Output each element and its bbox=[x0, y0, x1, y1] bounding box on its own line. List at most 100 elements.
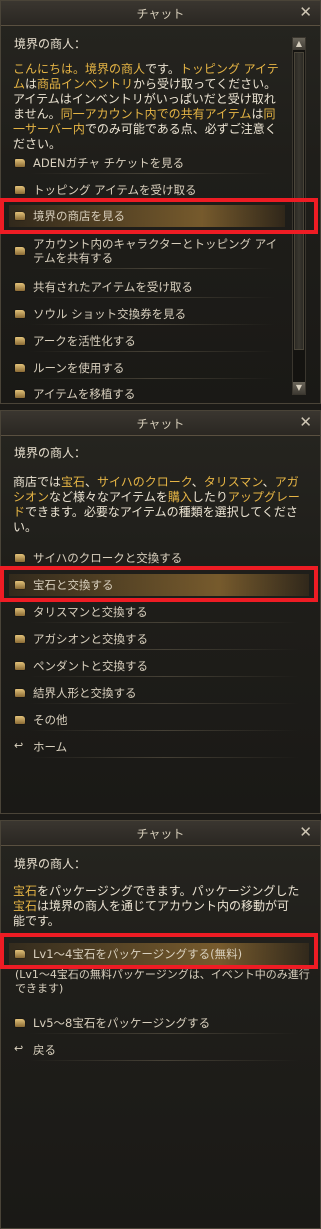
window-title: チャット bbox=[136, 7, 185, 21]
dialog-option-icon bbox=[15, 635, 25, 643]
event-note: (Lv1～4宝石の無料パッケージングは、イベント中のみ進行できます) bbox=[15, 968, 310, 995]
dialog-option-icon bbox=[15, 554, 25, 562]
option-label: サイハのクロークと交換する bbox=[33, 551, 183, 565]
option-label: ホーム bbox=[33, 740, 68, 754]
chat-window-3: チャット ✕ 境界の商人： 宝石をパッケージングできます。パッケージングした宝石… bbox=[0, 820, 321, 1229]
option-back[interactable]: ↩ 戻る bbox=[9, 1042, 309, 1061]
message-run: は境界の商人を通じてアカウント内の移動が可能です。 bbox=[13, 899, 290, 928]
message-run: タリスマン bbox=[203, 475, 263, 489]
return-arrow-icon: ↩ bbox=[14, 1042, 24, 1055]
dialog-option-icon bbox=[15, 662, 25, 670]
dialog-option-icon bbox=[15, 689, 25, 697]
option-pendant[interactable]: ペンダントと交換する bbox=[9, 659, 309, 677]
option-label: 境界の商店を見る bbox=[33, 209, 125, 223]
dialog-option-icon bbox=[15, 247, 25, 255]
chat-window-1: チャット ✕ 境界の商人： こんにちは。境界の商人です。トッピング アイテムは商… bbox=[0, 0, 321, 404]
option-border-shop[interactable]: 境界の商店を見る bbox=[9, 205, 285, 227]
dialog-option-icon bbox=[15, 581, 25, 589]
dialog-option-icon bbox=[15, 212, 25, 220]
dialog-option-icon bbox=[15, 950, 25, 958]
close-icon[interactable]: ✕ bbox=[299, 3, 312, 21]
option-barrier-doll[interactable]: 結界人形と交換する bbox=[9, 686, 309, 704]
title-bar[interactable]: チャット ✕ bbox=[1, 1, 320, 26]
message-run: 同一アカウント内での共有アイテム bbox=[60, 107, 252, 121]
option-package-lv1-4[interactable]: Lv1～4宝石をパッケージングする(無料) bbox=[9, 943, 309, 965]
option-aden-gacha[interactable]: ADENガチャ チケットを見る bbox=[9, 156, 285, 174]
message-run: は bbox=[25, 77, 38, 91]
option-label: Lv5～8宝石をパッケージングする bbox=[33, 1016, 211, 1030]
npc-message: 宝石をパッケージングできます。パッケージングした宝石は境界の商人を通じてアカウン… bbox=[13, 884, 301, 929]
message-run: できます。必要なアイテムの種類を選択してください。 bbox=[13, 505, 298, 534]
option-label: ルーンを使用する bbox=[33, 361, 125, 375]
message-run: 商品インベントリ bbox=[37, 77, 134, 91]
option-soulshot-voucher[interactable]: ソウル ショット交換券を見る bbox=[9, 307, 285, 325]
option-label: タリスマンと交換する bbox=[33, 605, 148, 619]
option-label: その他 bbox=[33, 713, 68, 727]
option-agathion[interactable]: アガシオンと交換する bbox=[9, 632, 309, 650]
window-title: チャット bbox=[136, 417, 185, 431]
dialog-option-icon bbox=[15, 390, 25, 398]
option-label: トッピング アイテムを受け取る bbox=[33, 183, 197, 197]
scroll-up-icon[interactable]: ▲ bbox=[293, 38, 305, 50]
dialog-option-icon bbox=[15, 716, 25, 724]
option-other[interactable]: その他 bbox=[9, 713, 309, 731]
option-label: アークを活性化する bbox=[33, 334, 136, 348]
option-transplant-item[interactable]: アイテムを移植する bbox=[9, 387, 285, 401]
option-label: ソウル ショット交換券を見る bbox=[33, 307, 187, 321]
dialog-option-icon bbox=[15, 159, 25, 167]
message-run: こんにちは。境界の商人 bbox=[13, 62, 146, 76]
option-home[interactable]: ↩ ホーム bbox=[9, 739, 309, 758]
option-label: ペンダントと交換する bbox=[33, 659, 148, 673]
title-bar[interactable]: チャット ✕ bbox=[1, 411, 320, 436]
scroll-down-icon[interactable]: ▼ bbox=[293, 382, 305, 394]
close-icon[interactable]: ✕ bbox=[299, 413, 312, 431]
message-run: 、 bbox=[85, 475, 98, 489]
message-run: をパッケージングできます。パッケージングした bbox=[37, 884, 300, 898]
dialog-option-icon bbox=[15, 1019, 25, 1027]
message-run: 宝石 bbox=[13, 899, 38, 913]
return-arrow-icon: ↩ bbox=[14, 739, 24, 752]
speaker-name: 境界の商人： bbox=[14, 857, 87, 871]
option-label: 宝石と交換する bbox=[33, 578, 114, 592]
option-receive-topping[interactable]: トッピング アイテムを受け取る bbox=[9, 183, 285, 201]
window-title: チャット bbox=[136, 827, 185, 841]
option-share-topping[interactable]: アカウント内のキャラクターとトッピング アイテムを共有する bbox=[9, 237, 285, 269]
close-icon[interactable]: ✕ bbox=[299, 823, 312, 841]
dialog-option-icon bbox=[15, 337, 25, 345]
dialog-option-icon bbox=[15, 186, 25, 194]
message-run: 宝石 bbox=[61, 475, 86, 489]
option-label: 結界人形と交換する bbox=[33, 686, 137, 700]
speaker-name: 境界の商人： bbox=[14, 37, 87, 51]
option-label: Lv1～4宝石をパッケージングする(無料) bbox=[33, 947, 243, 961]
option-exchange-gem[interactable]: 宝石と交換する bbox=[9, 574, 309, 596]
option-receive-shared[interactable]: 共有されたアイテムを受け取る bbox=[9, 280, 285, 298]
option-label: 共有されたアイテムを受け取る bbox=[33, 280, 193, 294]
dialog-option-icon bbox=[15, 310, 25, 318]
title-bar[interactable]: チャット ✕ bbox=[1, 821, 320, 846]
option-label: アイテムを移植する bbox=[33, 387, 136, 401]
dialog-option-icon bbox=[15, 283, 25, 291]
message-run: 商店では bbox=[13, 475, 62, 489]
option-label: アガシオンと交換する bbox=[33, 632, 148, 646]
speaker-name: 境界の商人： bbox=[14, 446, 87, 460]
option-label: 戻る bbox=[33, 1043, 56, 1057]
dialog-option-icon bbox=[15, 608, 25, 616]
option-talisman[interactable]: タリスマンと交換する bbox=[9, 605, 309, 623]
npc-message: 商店では宝石、サイハのクローク、タリスマン、アガシオンなど様々なアイテムを購入し… bbox=[13, 475, 301, 535]
message-run: など様々なアイテムを bbox=[49, 490, 168, 504]
scroll-thumb[interactable] bbox=[294, 52, 304, 350]
message-run: サイハのクローク bbox=[97, 475, 192, 489]
option-use-rune[interactable]: ルーンを使用する bbox=[9, 361, 285, 379]
message-run: 宝石 bbox=[13, 884, 38, 898]
message-run: したり bbox=[191, 490, 228, 504]
dialog-option-icon bbox=[15, 364, 25, 372]
scrollbar[interactable]: ▲ ▼ bbox=[292, 37, 306, 395]
option-label: アカウント内のキャラクターとトッピング アイテムを共有する bbox=[33, 237, 278, 265]
message-run: は bbox=[251, 107, 264, 121]
option-saiha-cloak[interactable]: サイハのクロークと交換する bbox=[9, 551, 309, 569]
message-run: 購入 bbox=[167, 490, 192, 504]
message-run: 、 bbox=[262, 475, 275, 489]
option-label: ADENガチャ チケットを見る bbox=[33, 156, 185, 170]
option-package-lv5-8[interactable]: Lv5～8宝石をパッケージングする bbox=[9, 1016, 309, 1034]
option-activate-arc[interactable]: アークを活性化する bbox=[9, 334, 285, 352]
